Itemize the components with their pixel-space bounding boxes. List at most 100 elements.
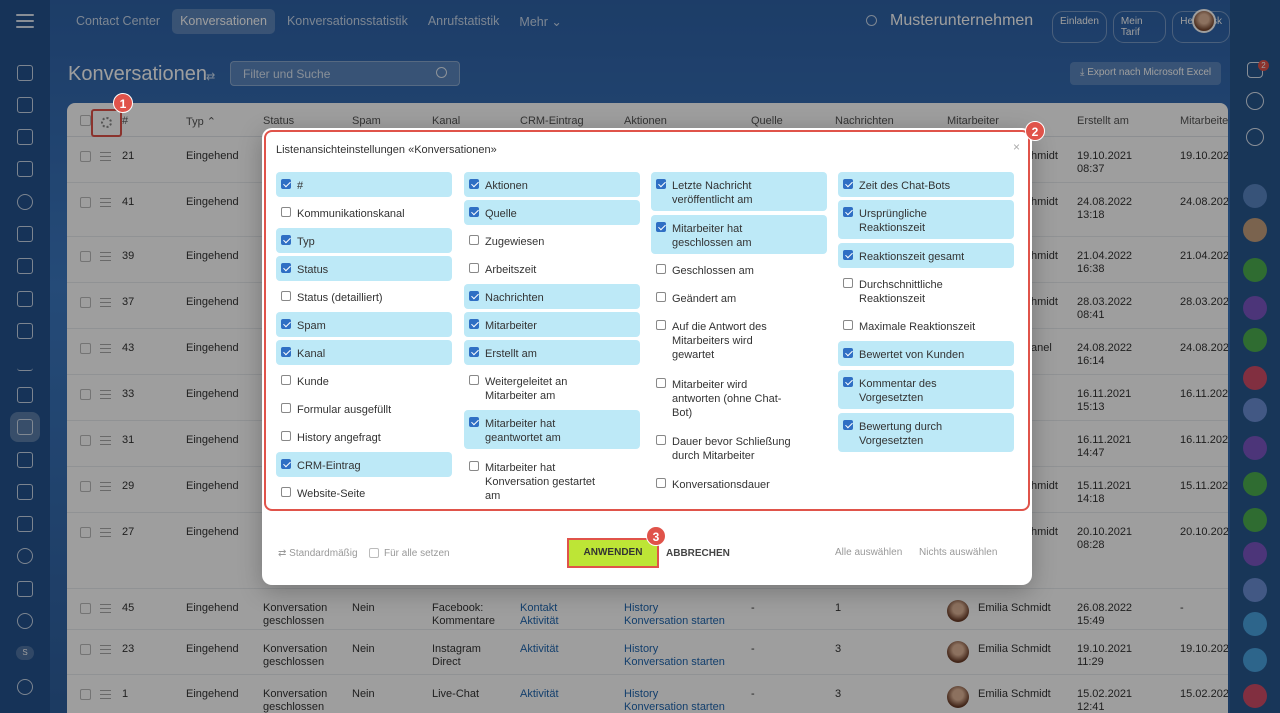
unchecked-checkbox[interactable] bbox=[281, 487, 291, 497]
column-option[interactable]: Geschlossen am bbox=[651, 257, 827, 282]
column-option-label: Kunde bbox=[297, 376, 329, 388]
cancel-button[interactable]: ABBRECHEN bbox=[666, 548, 730, 559]
unchecked-checkbox[interactable] bbox=[656, 292, 666, 302]
checked-checkbox[interactable] bbox=[281, 319, 291, 329]
apply-button[interactable]: ANWENDEN bbox=[567, 538, 659, 568]
column-option[interactable]: Kanal bbox=[276, 340, 452, 365]
default-settings-link[interactable]: ⇄ Standardmäßig bbox=[278, 548, 358, 559]
column-option[interactable]: Mitarbeiter hat Konversation gestartet a… bbox=[464, 454, 640, 502]
column-option[interactable]: Formular ausgefüllt bbox=[276, 396, 452, 421]
column-option-label: Bewertung durch Vorgesetzten bbox=[859, 421, 943, 447]
callout-1: 1 bbox=[113, 93, 133, 113]
checked-checkbox[interactable] bbox=[469, 179, 479, 189]
column-option[interactable]: Nachrichten bbox=[464, 284, 640, 309]
column-option-label: Weitergeleitet an Mitarbeiter am bbox=[485, 376, 568, 402]
column-option[interactable]: Typ bbox=[276, 228, 452, 253]
checked-checkbox[interactable] bbox=[281, 459, 291, 469]
close-icon[interactable]: × bbox=[1013, 140, 1020, 154]
column-option[interactable]: Mitarbeiter wird antworten (ohne Chat- B… bbox=[651, 371, 827, 424]
column-option[interactable]: Bewertet von Kunden bbox=[838, 341, 1014, 366]
column-option[interactable]: Status bbox=[276, 256, 452, 281]
checked-checkbox[interactable] bbox=[843, 179, 853, 189]
checked-checkbox[interactable] bbox=[281, 235, 291, 245]
list-settings-dialog: Listenansichteinstellungen «Konversation… bbox=[262, 128, 1032, 585]
checked-checkbox[interactable] bbox=[843, 377, 853, 387]
column-option-label: Erstellt am bbox=[485, 348, 537, 360]
column-option[interactable]: Auf die Antwort des Mitarbeiters wird ge… bbox=[651, 313, 827, 366]
column-options-panel: Listenansichteinstellungen «Konversation… bbox=[264, 130, 1030, 511]
select-all-link[interactable]: Alle auswählen bbox=[835, 547, 902, 558]
unchecked-checkbox[interactable] bbox=[281, 403, 291, 413]
unchecked-checkbox[interactable] bbox=[656, 435, 666, 445]
column-option[interactable]: History angefragt bbox=[276, 424, 452, 449]
set-for-all-label[interactable]: Für alle setzen bbox=[384, 548, 450, 559]
column-option[interactable]: Mitarbeiter hat geantwortet am bbox=[464, 410, 640, 449]
column-option[interactable]: Zugewiesen bbox=[464, 228, 640, 253]
column-option[interactable]: Aktionen bbox=[464, 172, 640, 197]
unchecked-checkbox[interactable] bbox=[469, 375, 479, 385]
checked-checkbox[interactable] bbox=[469, 347, 479, 357]
column-option-label: Ursprüngliche Reaktionszeit bbox=[859, 208, 927, 234]
column-option-label: Kanal bbox=[297, 348, 326, 360]
checked-checkbox[interactable] bbox=[656, 179, 666, 189]
column-option[interactable]: Reaktionszeit gesamt bbox=[838, 243, 1014, 268]
column-option[interactable]: Arbeitszeit bbox=[464, 256, 640, 281]
checked-checkbox[interactable] bbox=[843, 250, 853, 260]
set-for-all-checkbox[interactable] bbox=[369, 548, 379, 558]
unchecked-checkbox[interactable] bbox=[281, 291, 291, 301]
column-option[interactable]: # bbox=[276, 172, 452, 197]
unchecked-checkbox[interactable] bbox=[469, 235, 479, 245]
column-option[interactable]: Durchschnittliche Reaktionszeit bbox=[838, 271, 1014, 310]
checked-checkbox[interactable] bbox=[281, 347, 291, 357]
column-option[interactable]: Bewertung durch Vorgesetzten bbox=[838, 413, 1014, 452]
unchecked-checkbox[interactable] bbox=[656, 264, 666, 274]
unchecked-checkbox[interactable] bbox=[469, 263, 479, 273]
checked-checkbox[interactable] bbox=[656, 222, 666, 232]
select-none-link[interactable]: Nichts auswählen bbox=[919, 547, 997, 558]
column-option[interactable]: Erstellt am bbox=[464, 340, 640, 365]
column-option[interactable]: Status (detailliert) bbox=[276, 284, 452, 309]
column-option[interactable]: Konversationsdauer bbox=[651, 471, 827, 496]
checked-checkbox[interactable] bbox=[843, 348, 853, 358]
checked-checkbox[interactable] bbox=[281, 263, 291, 273]
checked-checkbox[interactable] bbox=[469, 417, 479, 427]
unchecked-checkbox[interactable] bbox=[469, 461, 479, 471]
column-option[interactable]: Spam bbox=[276, 312, 452, 337]
checked-checkbox[interactable] bbox=[469, 207, 479, 217]
checked-checkbox[interactable] bbox=[469, 291, 479, 301]
column-option-label: Aktionen bbox=[485, 180, 528, 192]
checked-checkbox[interactable] bbox=[843, 207, 853, 217]
checked-checkbox[interactable] bbox=[281, 179, 291, 189]
unchecked-checkbox[interactable] bbox=[843, 320, 853, 330]
unchecked-checkbox[interactable] bbox=[843, 278, 853, 288]
unchecked-checkbox[interactable] bbox=[281, 375, 291, 385]
column-option[interactable]: Website-Seite bbox=[276, 480, 452, 505]
column-option[interactable]: Kunde bbox=[276, 368, 452, 393]
unchecked-checkbox[interactable] bbox=[656, 478, 666, 488]
column-option[interactable]: Weitergeleitet an Mitarbeiter am bbox=[464, 368, 640, 407]
column-option[interactable]: Quelle bbox=[464, 200, 640, 225]
column-option[interactable]: Dauer bevor Schließung durch Mitarbeiter bbox=[651, 428, 827, 467]
unchecked-checkbox[interactable] bbox=[656, 320, 666, 330]
unchecked-checkbox[interactable] bbox=[281, 207, 291, 217]
column-option[interactable]: Ursprüngliche Reaktionszeit bbox=[838, 200, 1014, 239]
column-option-label: Spam bbox=[297, 320, 326, 332]
unchecked-checkbox[interactable] bbox=[656, 378, 666, 388]
column-option[interactable]: Letzte Nachricht veröffentlicht am bbox=[651, 172, 827, 211]
column-option-label: Kommentar des Vorgesetzten bbox=[859, 378, 937, 404]
column-option[interactable]: CRM-Eintrag bbox=[276, 452, 452, 477]
column-option[interactable]: Kommentar des Vorgesetzten bbox=[838, 370, 1014, 409]
unchecked-checkbox[interactable] bbox=[281, 431, 291, 441]
column-option[interactable]: Zeit des Chat-Bots bbox=[838, 172, 1014, 197]
checked-checkbox[interactable] bbox=[469, 319, 479, 329]
column-option[interactable]: Mitarbeiter bbox=[464, 312, 640, 337]
column-option-label: Letzte Nachricht veröffentlicht am bbox=[672, 180, 753, 206]
column-option-label: Dauer bevor Schließung durch Mitarbeiter bbox=[672, 436, 791, 462]
column-option-label: Mitarbeiter hat Konversation gestartet a… bbox=[485, 462, 596, 502]
column-option[interactable]: Maximale Reaktionszeit bbox=[838, 313, 1014, 338]
column-option-label: Quelle bbox=[485, 208, 517, 220]
column-option[interactable]: Kommunikationskanal bbox=[276, 200, 452, 225]
column-option[interactable]: Geändert am bbox=[651, 285, 827, 310]
checked-checkbox[interactable] bbox=[843, 420, 853, 430]
column-option[interactable]: Mitarbeiter hat geschlossen am bbox=[651, 215, 827, 254]
